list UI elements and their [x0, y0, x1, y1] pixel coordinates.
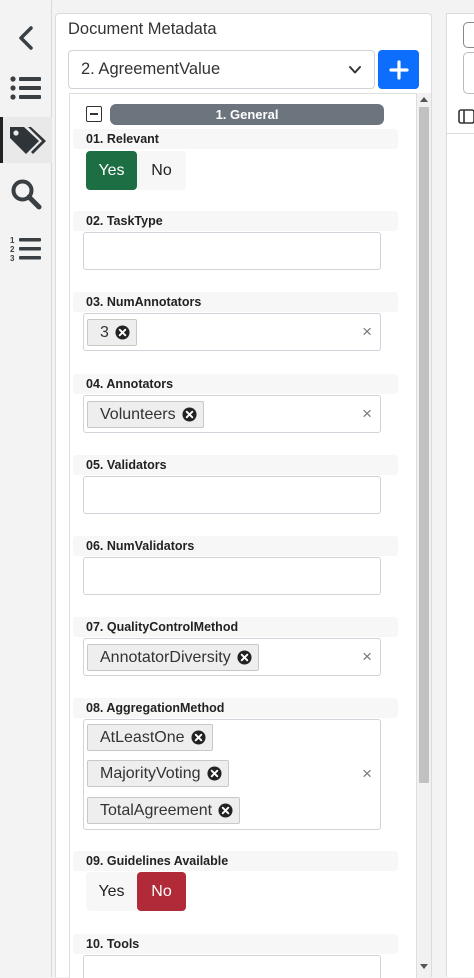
field-label: 05. Validators — [73, 455, 398, 475]
remove-tag-icon[interactable] — [182, 407, 197, 422]
layer-select[interactable]: 2. AgreementValue — [68, 50, 375, 89]
layer-select-value: 2. AgreementValue — [81, 60, 221, 78]
toolbar-panel-edge — [463, 52, 474, 94]
relevant-yes-button[interactable]: Yes — [86, 151, 137, 190]
clear-selection-icon[interactable]: × — [362, 404, 372, 424]
field-label: 09. Guidelines Available — [73, 851, 398, 871]
divider — [447, 133, 474, 134]
guidelines-no-button[interactable]: No — [137, 872, 186, 911]
chevron-left-icon — [19, 26, 33, 50]
scrollbar-thumb[interactable] — [419, 107, 429, 783]
task-type-input[interactable] — [83, 232, 381, 270]
layout-icon[interactable] — [458, 109, 474, 124]
tag-chip: AnnotatorDiversity — [87, 644, 259, 671]
tag-chip: MajorityVoting — [87, 760, 229, 787]
group-title: 1. General — [110, 104, 384, 125]
validators-input[interactable] — [83, 476, 381, 514]
scrollbar[interactable] — [417, 93, 431, 978]
collapse-toggle[interactable] — [86, 106, 102, 122]
tools-input[interactable] — [83, 955, 381, 978]
field-num-annotators: 03. NumAnnotators — [73, 292, 398, 312]
clear-selection-icon[interactable]: × — [362, 764, 372, 784]
outline-button[interactable] — [0, 65, 52, 111]
num-annotators-select[interactable]: 3 × — [83, 313, 381, 351]
icon-rail: 1 2 3 — [0, 0, 52, 977]
metadata-button[interactable] — [0, 117, 52, 163]
toolbar-button-edge[interactable] — [463, 22, 474, 48]
tag-chip-label: MajorityVoting — [100, 764, 201, 782]
numbered-list-icon: 1 2 3 — [10, 236, 41, 263]
metadata-panel: Document Metadata 2. AgreementValue 1. G… — [55, 13, 432, 978]
svg-text:3: 3 — [10, 254, 15, 263]
panel-title: Document Metadata — [68, 20, 217, 38]
field-annotators: 04. Annotators — [73, 374, 398, 394]
field-validators: 05. Validators — [73, 455, 398, 475]
remove-tag-icon[interactable] — [206, 766, 222, 781]
scroll-down-icon[interactable] — [420, 964, 428, 970]
field-tools: 10. Tools — [73, 934, 398, 954]
field-guidelines: 09. Guidelines Available — [73, 851, 398, 871]
list-icon — [10, 76, 41, 100]
aggregation-select[interactable]: AtLeastOne MajorityVoting TotalAgreement… — [83, 719, 381, 830]
field-aggregation: 08. AggregationMethod — [73, 698, 398, 718]
document-view-edge — [446, 13, 474, 977]
tag-chip: TotalAgreement — [87, 797, 241, 824]
quality-control-select[interactable]: AnnotatorDiversity × — [83, 638, 381, 676]
relevant-no-button[interactable]: No — [137, 151, 186, 190]
field-relevant: 01. Relevant — [73, 129, 398, 149]
tag-chip: AtLeastOne — [87, 724, 213, 751]
tag-chip: Volunteers — [87, 401, 204, 428]
svg-text:2: 2 — [10, 245, 15, 254]
svg-text:1: 1 — [10, 236, 15, 245]
tag-chip-label: 3 — [100, 323, 109, 341]
tags-icon — [9, 127, 46, 154]
field-label: 01. Relevant — [73, 129, 398, 149]
add-layer-button[interactable] — [378, 50, 419, 89]
tag-chip-label: TotalAgreement — [100, 801, 213, 819]
field-label: 10. Tools — [73, 934, 398, 954]
chevron-down-icon — [349, 66, 361, 74]
field-label: 08. AggregationMethod — [73, 698, 398, 718]
clear-selection-icon[interactable]: × — [362, 322, 372, 342]
scroll-up-icon[interactable] — [420, 96, 428, 102]
tag-chip: 3 — [87, 319, 137, 346]
guidelines-yes-button[interactable]: Yes — [86, 872, 137, 911]
field-quality-control: 07. QualityControlMethod — [73, 617, 398, 637]
search-icon — [11, 179, 42, 210]
tag-chip-label: Volunteers — [100, 405, 176, 423]
search-button[interactable] — [0, 171, 52, 217]
field-label: 02. TaskType — [73, 211, 398, 231]
remove-tag-icon[interactable] — [115, 325, 130, 340]
group-header: 1. General — [86, 104, 386, 126]
field-task-type: 02. TaskType — [73, 211, 398, 231]
tag-chip-label: AtLeastOne — [100, 728, 185, 746]
field-label: 07. QualityControlMethod — [73, 617, 398, 637]
numbered-list-button[interactable]: 1 2 3 — [0, 226, 52, 272]
remove-tag-icon[interactable] — [190, 730, 206, 745]
annotators-select[interactable]: Volunteers × — [83, 395, 381, 433]
collapse-sidebar-button[interactable] — [0, 15, 52, 61]
tag-chip-label: AnnotatorDiversity — [100, 648, 231, 666]
num-validators-input[interactable] — [83, 557, 381, 595]
field-label: 03. NumAnnotators — [73, 292, 398, 312]
remove-tag-icon[interactable] — [218, 803, 233, 818]
field-label: 06. NumValidators — [73, 536, 398, 556]
field-label: 04. Annotators — [73, 374, 398, 394]
clear-selection-icon[interactable]: × — [362, 647, 372, 667]
plus-icon — [388, 59, 409, 80]
metadata-form[interactable]: 1. General 01. Relevant Yes No 02. TaskT… — [69, 93, 417, 978]
field-num-validators: 06. NumValidators — [73, 536, 398, 556]
remove-tag-icon[interactable] — [237, 650, 252, 665]
